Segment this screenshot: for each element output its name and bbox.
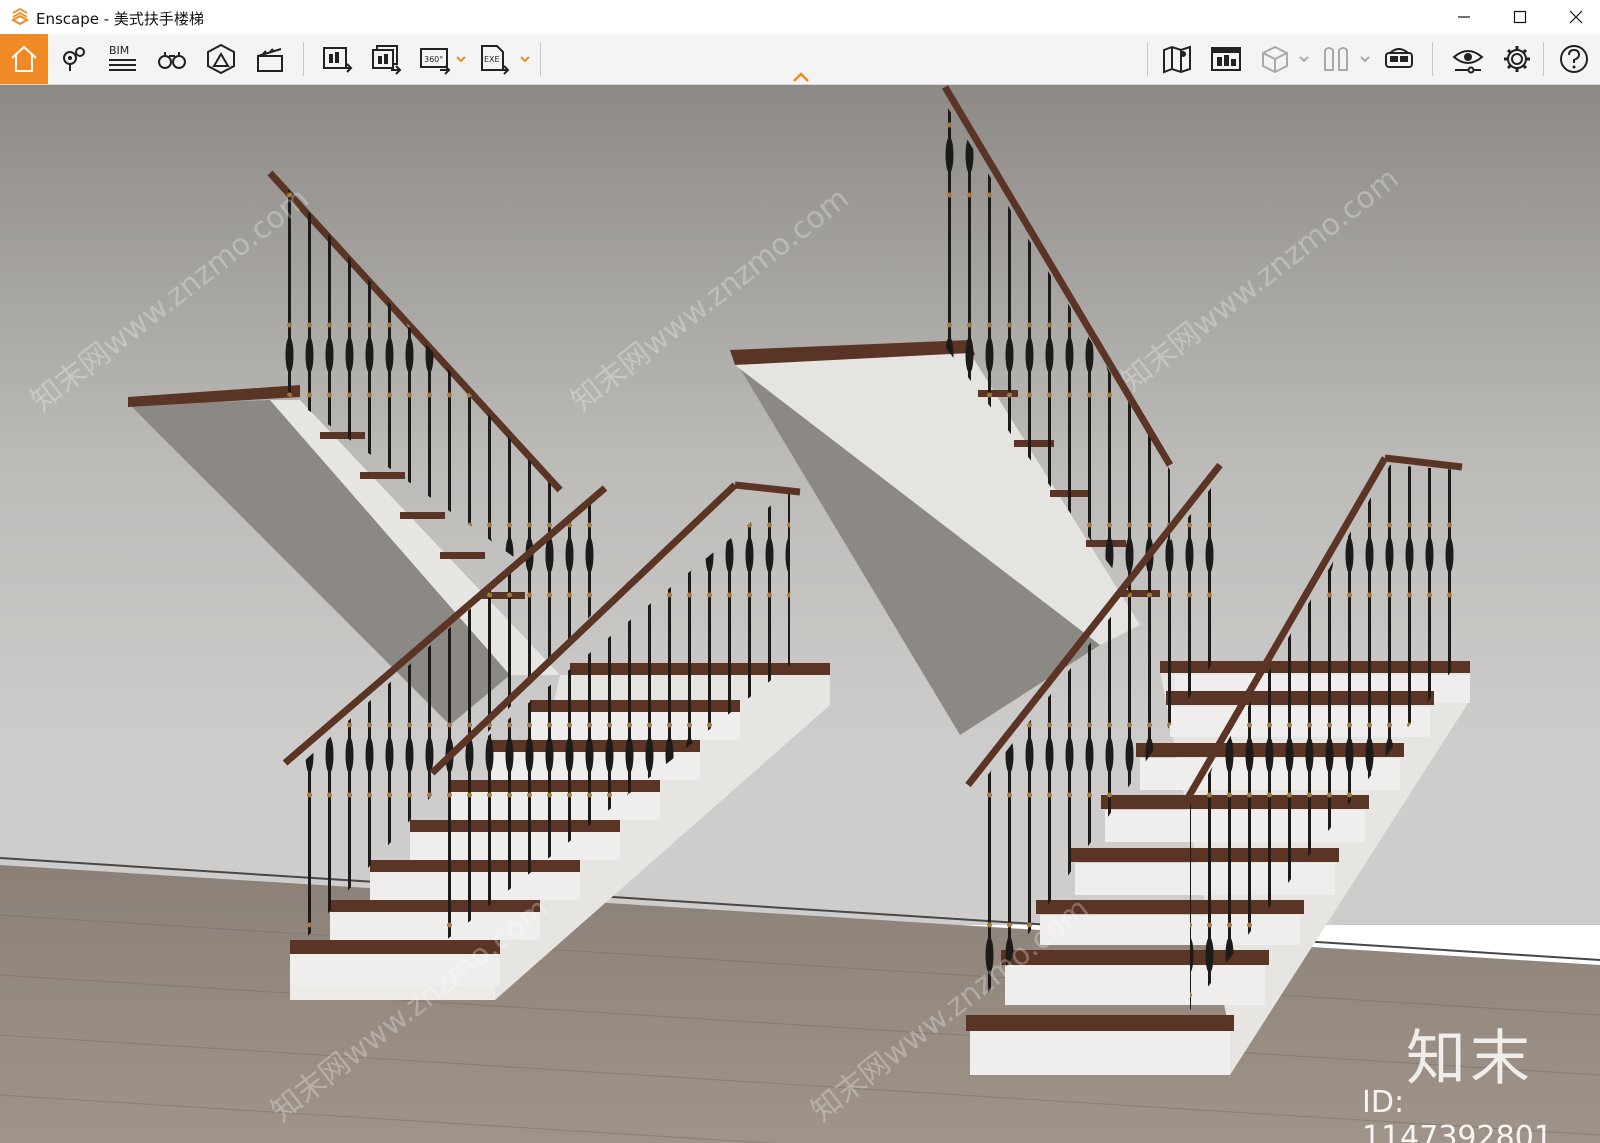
bim-button[interactable]: BIM (99, 34, 147, 84)
map-icon (1163, 45, 1191, 74)
vr-button[interactable] (1312, 34, 1360, 84)
znzmo-watermark-id: ID: 1147392801 (1362, 1085, 1553, 1143)
bim-icon: BIM (109, 44, 136, 71)
video-editor-button[interactable] (246, 34, 294, 84)
headset-button[interactable] (1375, 34, 1423, 84)
binoculars-icon (158, 52, 186, 69)
exe-dropdown-chevron-icon[interactable] (519, 54, 531, 64)
asset-library-button[interactable] (1202, 34, 1250, 84)
main-toolbar: BIM 360° EXE (0, 34, 1600, 85)
batch-render-button[interactable] (362, 34, 410, 84)
help-button[interactable] (1550, 34, 1598, 84)
minimize-button[interactable] (1436, 0, 1492, 34)
maximize-button[interactable] (1492, 0, 1548, 34)
cube-dropdown-chevron-icon[interactable] (1298, 54, 1310, 64)
panorama-label: 360° (424, 55, 443, 64)
toolbar-separator (303, 42, 304, 76)
exe-export-button[interactable]: EXE (470, 34, 518, 84)
atmosphere-icon (207, 43, 235, 75)
toolbar-separator (1432, 42, 1433, 76)
close-icon (1569, 10, 1583, 24)
atmosphere-button[interactable] (197, 34, 245, 84)
batch-render-icon (372, 45, 402, 75)
vr-headset-outline-icon (1324, 47, 1348, 71)
vr-dropdown-chevron-icon[interactable] (1359, 54, 1371, 64)
location-pins-icon (63, 47, 85, 71)
toolbar-separator (540, 42, 541, 76)
bim-label: BIM (109, 44, 129, 57)
exe-label: EXE (484, 55, 500, 64)
cube-button[interactable] (1251, 34, 1299, 84)
settings-button[interactable] (1493, 34, 1541, 84)
visual-settings-button[interactable] (1444, 34, 1492, 84)
help-icon (1560, 45, 1588, 73)
cube-icon (1262, 45, 1288, 74)
home-button[interactable] (0, 34, 48, 84)
exe-export-icon: EXE (481, 45, 510, 75)
asset-library-icon (1211, 47, 1241, 71)
minimize-icon (1458, 16, 1470, 18)
screenshot-button[interactable] (313, 34, 361, 84)
home-icon (11, 45, 37, 72)
znzmo-watermark-logo: 知末 (1406, 1024, 1534, 1094)
clapperboard-icon (257, 48, 283, 72)
title-bar: Enscape - 美式扶手楼梯 (0, 0, 1600, 34)
maximize-icon (1513, 10, 1527, 24)
panorama-icon: 360° (420, 48, 451, 75)
render-viewport[interactable]: 知末网www.znzmo.com 知末网www.znzmo.com 知末网www… (0, 85, 1600, 1143)
eye-settings-icon (1452, 50, 1484, 74)
collapse-toolbar-chevron-icon[interactable] (791, 70, 811, 84)
window-title: Enscape - 美式扶手楼梯 (36, 10, 204, 28)
walk-mode-button[interactable] (148, 34, 196, 84)
toolbar-separator (1543, 42, 1544, 76)
map-button[interactable] (1153, 34, 1201, 84)
vr-headset-icon (1385, 48, 1413, 68)
panorama-button[interactable]: 360° (411, 34, 459, 84)
close-button[interactable] (1548, 0, 1600, 34)
panorama-dropdown-chevron-icon[interactable] (455, 54, 467, 64)
views-button[interactable] (50, 34, 98, 84)
screenshot-export-icon (323, 47, 353, 73)
gear-icon (1504, 46, 1530, 72)
enscape-logo-icon (10, 8, 30, 26)
toolbar-separator (1147, 42, 1148, 76)
